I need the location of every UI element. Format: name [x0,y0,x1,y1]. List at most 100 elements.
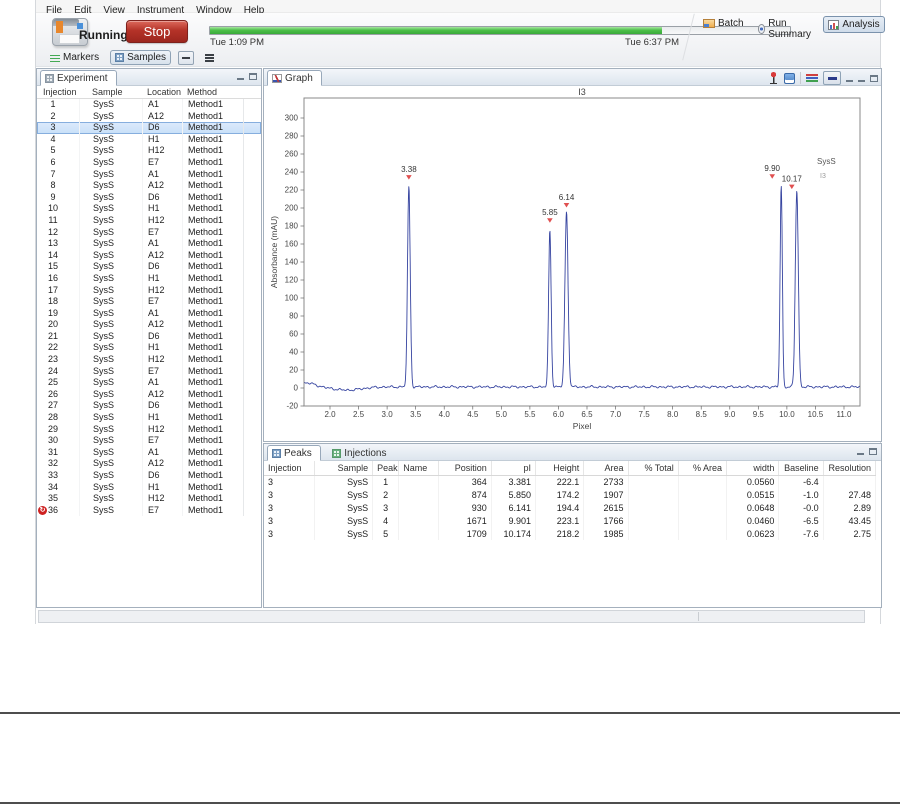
column-header-injection[interactable]: Injection [37,86,79,98]
column-header-method[interactable]: Method [182,86,244,98]
cell-injection: 28 [47,412,58,423]
experiment-row[interactable]: 12 SysS E7 Method1 [37,226,261,239]
maximize-icon[interactable] [249,73,257,80]
experiment-row[interactable]: 30 SysS E7 Method1 [37,435,261,447]
column-header-resolution[interactable]: Resolution [823,461,877,476]
column-header-peak[interactable]: Peak [372,461,400,476]
experiment-row[interactable]: 27 SysS D6 Method1 [37,400,261,413]
peak-cell-name [398,501,440,514]
graph-tab[interactable]: Graph [267,70,322,86]
column-header-baseline[interactable]: Baseline [778,461,824,476]
experiment-row[interactable]: 3 SysS D6 Method1 [37,122,261,134]
experiment-row[interactable]: 29 SysS H12 Method1 [37,423,261,436]
experiment-row[interactable]: 36 SysS E7 Method1 ↻ [37,504,261,517]
markers-button[interactable]: Markers [46,51,103,64]
restore-icon[interactable] [858,79,865,82]
peaks-table-row[interactable]: 3 SysS 5 1709 10.174 218.2 1985 0.0623 -7.6 2.75 [264,527,877,540]
peak-label: 9.90 [764,164,780,173]
peaks-table-row[interactable]: 3 SysS 3 930 6.141 194.4 2615 0.0648 -0.0 2.89 [264,501,877,514]
samples-button[interactable]: Samples [110,50,172,65]
experiment-row[interactable]: 18 SysS E7 Method1 [37,296,261,308]
experiment-tab[interactable]: Experiment [40,70,117,86]
experiment-row[interactable]: 34 SysS H1 Method1 [37,481,261,494]
cell-gutter [244,308,261,320]
experiment-row[interactable]: 32 SysS A12 Method1 [37,458,261,470]
experiment-row[interactable]: 11 SysS H12 Method1 [37,214,261,227]
cell-location: A1 [142,446,182,459]
overlay-traces-icon[interactable] [806,73,818,83]
peak-cell-position: 1671 [438,514,492,527]
column-header-width[interactable]: width [726,461,780,476]
maximize-icon[interactable] [869,448,877,455]
column-header-name[interactable]: Name [398,461,440,476]
tab-injections[interactable]: Injections [328,445,394,461]
experiment-row[interactable]: 22 SysS H1 Method1 [37,342,261,355]
experiment-row[interactable]: 20 SysS A12 Method1 [37,319,261,331]
peak-cell-sample: SysS [314,514,374,527]
single-row-layout-button[interactable] [178,50,195,65]
single-trace-button[interactable] [823,71,841,85]
experiment-row[interactable]: 4 SysS H1 Method1 [37,133,261,146]
cell-injection: 16 [47,272,58,283]
column-header-pi[interactable]: pI [491,461,537,476]
experiment-row[interactable]: 6 SysS E7 Method1 [37,156,261,169]
peak-cell-area: 1766 [583,514,629,527]
run-summary-button[interactable]: Run Summary [754,16,818,42]
cell-injection: 5 [50,145,56,156]
experiment-row[interactable]: 24 SysS E7 Method1 [37,365,261,378]
experiment-row[interactable]: 5 SysS H12 Method1 [37,145,261,157]
analysis-button[interactable]: Analysis [823,16,885,33]
column-header-position[interactable]: Position [438,461,492,476]
peak-marker-tool-icon[interactable] [768,72,779,84]
peak-cell-name [398,488,440,501]
minimize-icon[interactable] [857,453,864,455]
experiment-row[interactable]: 19 SysS A1 Method1 [37,307,261,320]
experiment-row[interactable]: 2 SysS A12 Method1 [37,110,261,123]
experiment-row[interactable]: 8 SysS A12 Method1 [37,180,261,192]
column-header-area[interactable]: Area [583,461,629,476]
experiment-row[interactable]: 31 SysS A1 Method1 [37,446,261,459]
experiment-row[interactable]: 26 SysS A12 Method1 [37,388,261,401]
batch-button[interactable]: Batch [699,16,748,31]
cell-location: H12 [142,145,182,157]
experiment-row[interactable]: 7 SysS A1 Method1 [37,168,261,181]
column-header-sample[interactable]: Sample [314,461,374,476]
svg-text:200: 200 [285,204,299,213]
graph-settings-icon[interactable] [784,72,795,84]
experiment-row[interactable]: 23 SysS H12 Method1 [37,354,261,366]
column-header-total[interactable]: % Total [628,461,679,476]
multi-row-layout-button[interactable] [201,51,217,65]
experiment-row[interactable]: 15 SysS D6 Method1 [37,261,261,273]
peaks-table-row[interactable]: 3 SysS 4 1671 9.901 223.1 1766 0.0460 -6.5 43.45 [264,514,877,527]
cell-gutter [244,482,261,494]
experiment-row[interactable]: 14 SysS A12 Method1 [37,249,261,262]
peaks-table-row[interactable]: 3 SysS 2 874 5.850 174.2 1907 0.0515 -1.0 27.48 [264,488,877,501]
experiment-row[interactable]: 28 SysS H1 Method1 [37,412,261,424]
column-header-location[interactable]: Location [142,86,182,98]
maximize-icon[interactable] [870,74,878,82]
experiment-row[interactable]: 25 SysS A1 Method1 [37,377,261,389]
experiment-row[interactable]: 1 SysS A1 Method1 [37,99,261,111]
experiment-row[interactable]: 9 SysS D6 Method1 [37,191,261,204]
cell-injection: 23 [47,354,58,365]
chromatogram-plot[interactable]: I3 -20 0 20 40 60 80 100 120 140 160 180 200 220 240 26… [264,86,881,441]
peaks-table-row[interactable]: 3 SysS 1 364 3.381 222.1 2733 0.0560 -6.4 [264,475,877,488]
experiment-row[interactable]: 33 SysS D6 Method1 [37,470,261,482]
experiment-row[interactable]: 13 SysS A1 Method1 [37,238,261,250]
column-header-height[interactable]: Height [535,461,585,476]
experiment-row[interactable]: 17 SysS H12 Method1 [37,284,261,297]
tab-peaks[interactable]: Peaks [267,445,321,461]
plot-area[interactable] [303,97,861,407]
cell-sample: SysS [79,249,142,262]
stop-button[interactable]: Stop [126,20,188,43]
minimize-icon[interactable] [846,79,853,82]
minimize-icon[interactable] [237,78,244,80]
column-header-area[interactable]: % Area [678,461,728,476]
experiment-row[interactable]: 35 SysS H12 Method1 [37,493,261,505]
column-header-injection[interactable]: Injection [264,461,315,476]
column-header-sample[interactable]: Sample [79,86,142,98]
experiment-row[interactable]: 10 SysS H1 Method1 [37,203,261,215]
experiment-row[interactable]: 21 SysS D6 Method1 [37,330,261,343]
experiment-row[interactable]: 16 SysS H1 Method1 [37,272,261,285]
x-axis-label: Pixel [573,421,592,431]
